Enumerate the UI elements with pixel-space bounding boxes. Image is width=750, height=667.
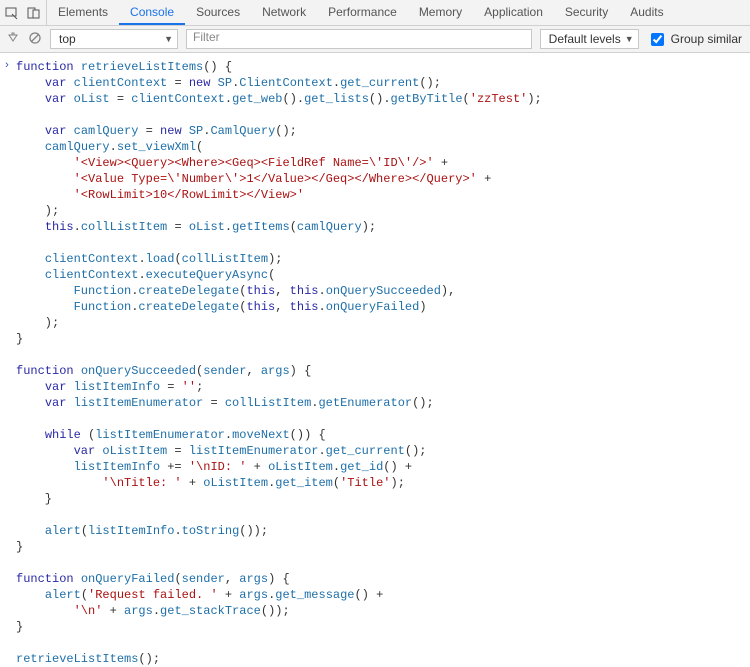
devtools-tabbar: Elements Console Sources Network Perform… [0, 0, 750, 26]
tab-security[interactable]: Security [554, 0, 619, 25]
console-input-entry: › function retrieveListItems() { var cli… [0, 57, 750, 667]
log-levels-label: Default levels [549, 32, 621, 46]
tab-sources[interactable]: Sources [185, 0, 251, 25]
context-selector[interactable]: top ▼ [50, 29, 178, 49]
console-output: › function retrieveListItems() { var cli… [0, 53, 750, 667]
group-similar-toggle[interactable]: Group similar [647, 30, 744, 49]
console-settings-icon[interactable] [6, 31, 20, 48]
tab-network[interactable]: Network [251, 0, 317, 25]
chevron-down-icon: ▼ [625, 34, 634, 44]
context-selector-value: top [59, 32, 76, 46]
group-similar-label: Group similar [671, 32, 742, 46]
tab-memory[interactable]: Memory [408, 0, 473, 25]
filter-input[interactable]: Filter [186, 29, 532, 49]
tab-audits[interactable]: Audits [619, 0, 674, 25]
prompt-icon: › [0, 57, 14, 71]
inspect-icon[interactable] [4, 5, 20, 21]
device-toggle-icon[interactable] [26, 5, 42, 21]
clear-console-icon[interactable] [28, 31, 42, 48]
tab-elements[interactable]: Elements [47, 0, 119, 25]
code-block[interactable]: function retrieveListItems() { var clien… [14, 57, 542, 667]
console-toolbar: top ▼ Filter Default levels ▼ Group simi… [0, 26, 750, 53]
tab-performance[interactable]: Performance [317, 0, 408, 25]
filter-placeholder: Filter [193, 30, 220, 44]
group-similar-checkbox[interactable] [651, 33, 664, 46]
toolbar-left-icons [0, 0, 47, 25]
chevron-down-icon: ▼ [164, 34, 173, 44]
log-levels-selector[interactable]: Default levels ▼ [540, 29, 639, 49]
devtools-tabs: Elements Console Sources Network Perform… [47, 0, 675, 25]
tab-application[interactable]: Application [473, 0, 554, 25]
tab-console[interactable]: Console [119, 0, 185, 25]
